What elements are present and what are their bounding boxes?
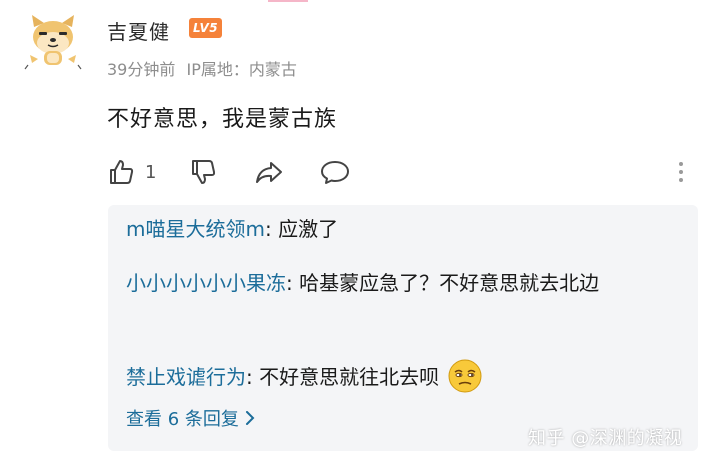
comment-actions: 1: [107, 156, 707, 188]
reply-item: 小小小小小小果冻: 哈基蒙应急了？不好意思就去北边: [126, 265, 676, 301]
reply-item: m喵星大统领m: 应激了: [126, 211, 676, 247]
reply-separator: :: [286, 271, 300, 295]
reply-author[interactable]: 禁止戏谑行为: [126, 365, 246, 389]
reply-separator: :: [264, 217, 279, 241]
top-accent-bar: [268, 0, 308, 2]
comment-meta: 39分钟前 IP属地：内蒙古: [107, 56, 297, 80]
avatar[interactable]: [24, 13, 82, 71]
username[interactable]: 吉夏健: [107, 16, 170, 45]
reply-author[interactable]: 小小小小小小果冻: [126, 271, 286, 295]
ip-location: 内蒙古: [248, 60, 297, 79]
dog-avatar-icon: [24, 15, 82, 70]
share-button[interactable]: [254, 156, 284, 188]
reply-separator: :: [246, 365, 260, 389]
reply-bubble-icon: [321, 161, 349, 184]
reply-text: 应激了: [278, 217, 339, 241]
dislike-button[interactable]: [189, 156, 217, 188]
more-vertical-icon: [679, 162, 683, 182]
ip-location-label: IP属地：: [186, 60, 249, 79]
comment-time: 39分钟前: [107, 60, 176, 79]
reply-button[interactable]: [320, 156, 350, 188]
view-more-replies-link[interactable]: 查看 6 条回复: [126, 405, 255, 431]
reply-author[interactable]: m喵星大统领m: [126, 217, 265, 241]
reply-text: 不好意思就往北去呗: [259, 365, 440, 389]
like-button[interactable]: [107, 156, 135, 188]
reply-text: 哈基蒙应急了？不好意思就去北边: [299, 271, 600, 295]
thumbs-down-icon: [192, 160, 216, 184]
more-options-button[interactable]: [674, 156, 688, 188]
replies-panel: m喵星大统领m: 应激了 小小小小小小果冻: 哈基蒙应急了？不好意思就去北边 禁…: [108, 205, 698, 451]
comment-text: 不好意思，我是蒙古族: [107, 107, 338, 132]
thumbs-up-icon: [110, 160, 134, 184]
view-more-label: 查看 6 条回复: [126, 409, 239, 430]
watermark: 知乎 @深渊的凝视: [528, 428, 683, 449]
chevron-right-icon: [245, 411, 255, 425]
reply-item: 禁止戏谑行为: 不好意思就往北去呗: [126, 359, 676, 397]
share-icon: [256, 162, 282, 183]
like-count: 1: [145, 161, 157, 183]
smug-face-emoji-icon: [447, 358, 483, 394]
level-badge: LV5: [189, 18, 223, 38]
